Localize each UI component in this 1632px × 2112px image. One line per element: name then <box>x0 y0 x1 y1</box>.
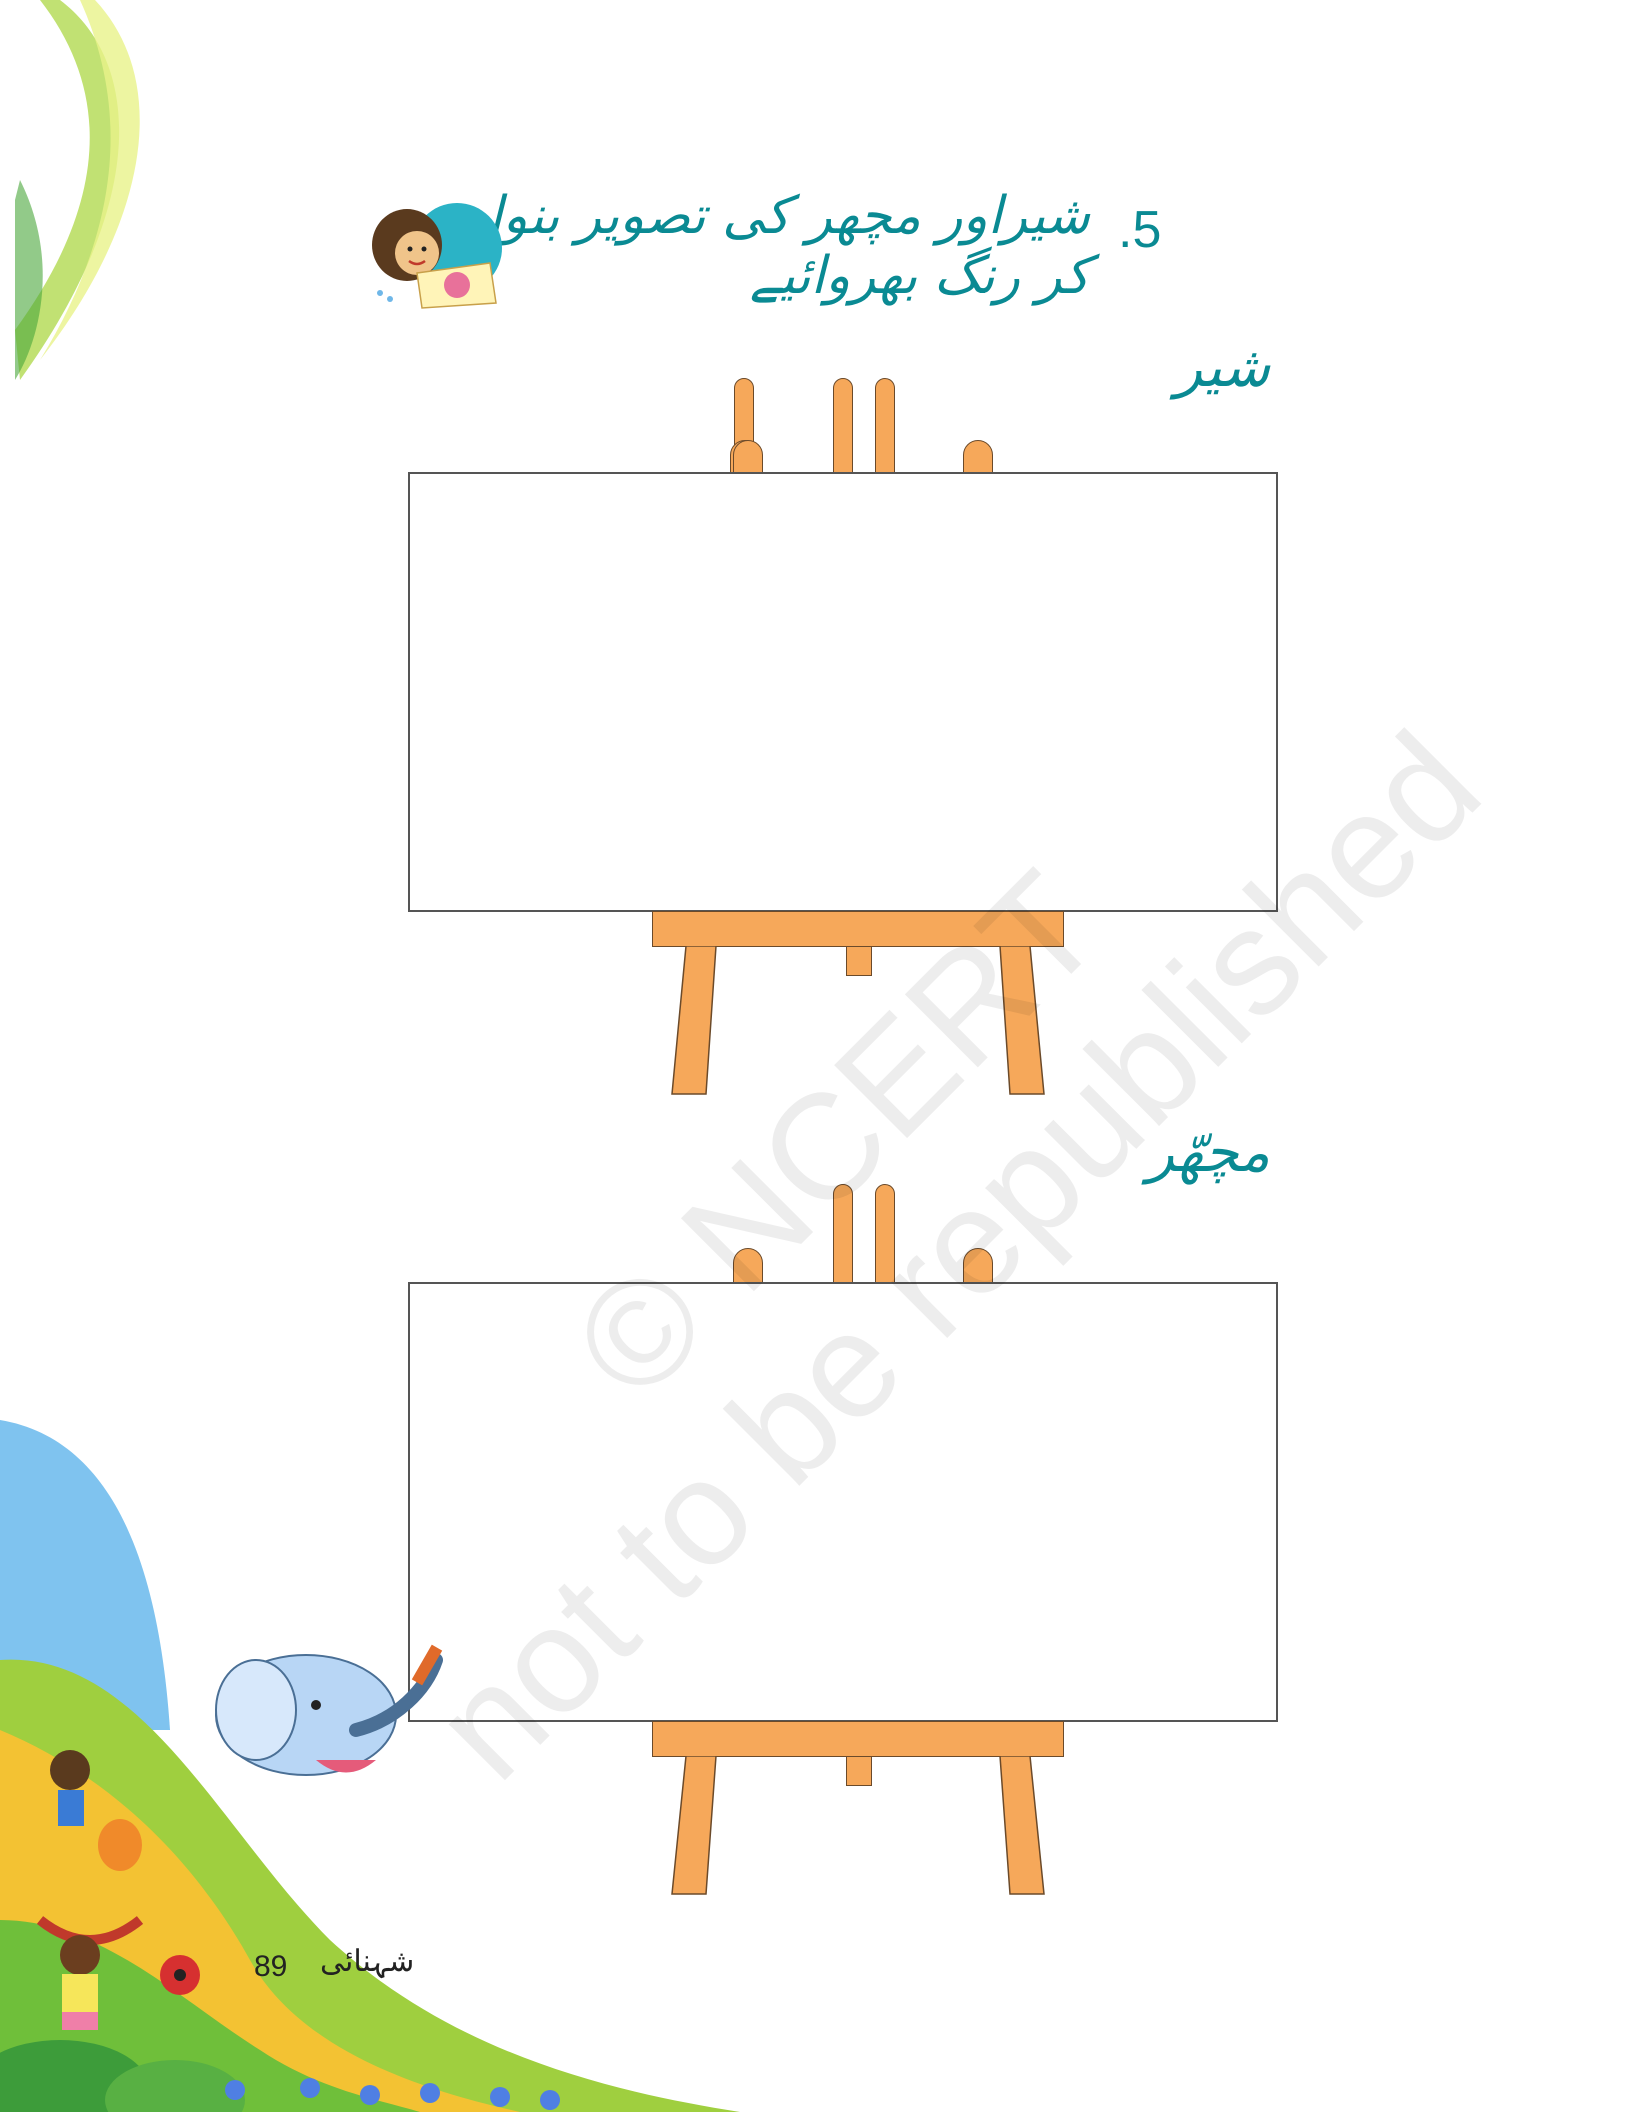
drawing-area-lion[interactable] <box>408 472 1278 912</box>
elephant-with-brush-icon <box>215 1644 443 1776</box>
question-number: 5. <box>1118 201 1162 259</box>
page-number: 89 <box>254 1950 288 1983</box>
child-painting-icon <box>372 203 502 309</box>
decorative-leaf-swoosh <box>15 0 140 380</box>
book-title: شہنائی <box>320 1944 415 1979</box>
easel-peg <box>875 378 895 478</box>
easel-peg <box>833 378 853 478</box>
question-heading: شیراور مچھر کی تصویر بنوا کر رنگ بھروائی… <box>488 186 1090 306</box>
